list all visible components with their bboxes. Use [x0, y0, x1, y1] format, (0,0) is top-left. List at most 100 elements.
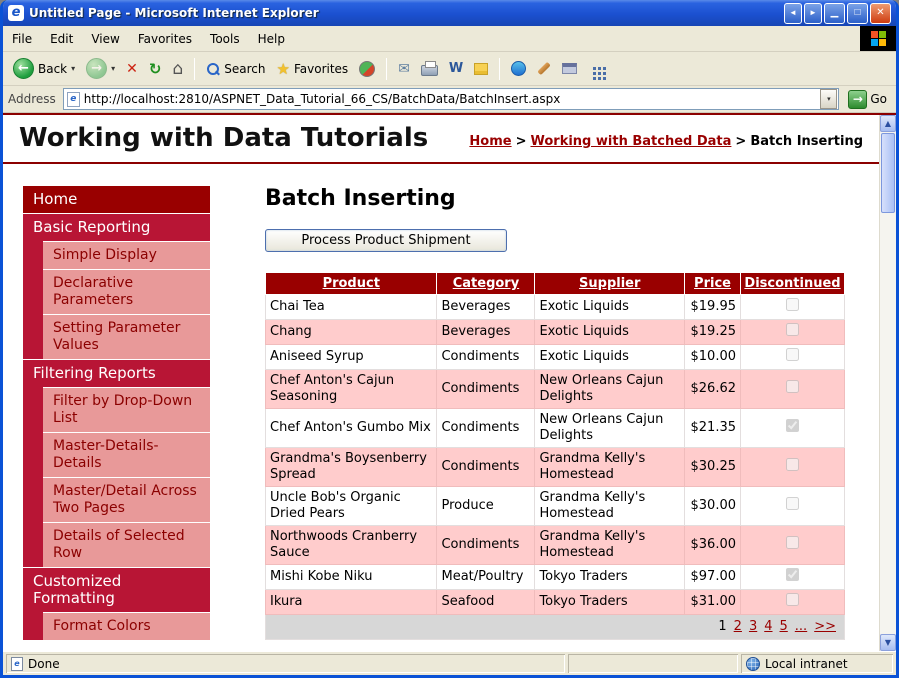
sidebar-item-format-colors[interactable]: Format Colors [43, 612, 210, 640]
quick-grid-button[interactable] [584, 60, 605, 77]
search-button[interactable]: Search [202, 60, 269, 78]
column-header-category[interactable]: Category [453, 276, 519, 291]
status-pane-spacer [568, 654, 738, 673]
grid-dots-icon [593, 67, 596, 70]
price-cell: $26.62 [685, 369, 741, 408]
breadcrumb-link-home[interactable]: Home [469, 134, 511, 149]
home-button[interactable]: ⌂ [168, 57, 187, 81]
supplier-cell: New Orleans Cajun Delights [535, 369, 685, 408]
menu-item-help[interactable]: Help [249, 26, 294, 51]
messenger-icon [511, 61, 526, 76]
window-extra-right-button[interactable]: ► [804, 3, 822, 24]
sidebar-item-simple-display[interactable]: Simple Display [43, 241, 210, 269]
scroll-up-button[interactable]: ▲ [880, 115, 896, 132]
discontinued-checkbox [786, 380, 799, 393]
search-label: Search [224, 62, 265, 76]
supplier-cell: Exotic Liquids [535, 294, 685, 319]
breadcrumb-separator: > [512, 134, 531, 149]
security-zone-text: Local intranet [765, 657, 848, 671]
category-cell: Condiments [437, 408, 535, 447]
window-controls: ◄ ► ▁ □ ✕ [784, 3, 891, 24]
sidebar-item-master-detail-two-pages[interactable]: Master/Detail Across Two Pages [43, 477, 210, 522]
table-row: Chang Beverages Exotic Liquids $19.25 [266, 319, 845, 344]
category-cell: Meat/Poultry [437, 564, 535, 589]
vertical-scrollbar[interactable]: ▲ ▼ [879, 115, 896, 651]
sidebar-item-details-of-selected-row[interactable]: Details of Selected Row [43, 522, 210, 567]
menu-item-edit[interactable]: Edit [41, 26, 82, 51]
column-header-supplier[interactable]: Supplier [579, 276, 640, 291]
product-cell: Chai Tea [266, 294, 437, 319]
sidebar-item-basic-reporting[interactable]: Basic Reporting [23, 214, 210, 241]
window-extra-left-button[interactable]: ◄ [784, 3, 802, 24]
pager-page-3-link[interactable]: 3 [749, 619, 757, 634]
back-button[interactable]: ← Back ▾ [9, 56, 79, 81]
sidebar-item-declarative-parameters[interactable]: Declarative Parameters [43, 269, 210, 314]
messenger-button[interactable] [507, 59, 530, 78]
table-row: Northwoods Cranberry Sauce Condiments Gr… [266, 525, 845, 564]
print-button[interactable] [417, 59, 442, 78]
price-cell: $97.00 [685, 564, 741, 589]
sidebar-item-filter-by-dropdown-list[interactable]: Filter by Drop-Down List [43, 387, 210, 432]
address-dropdown-button[interactable]: ▾ [820, 89, 837, 109]
discontinued-cell [741, 525, 845, 564]
discontinued-checkbox [786, 458, 799, 471]
edit-with-word-button[interactable]: W [445, 59, 467, 78]
pager-page-2-link[interactable]: 2 [734, 619, 742, 634]
page-favicon-icon: e [67, 92, 80, 107]
product-cell: Chang [266, 319, 437, 344]
mail-button[interactable]: ✉ [394, 59, 414, 79]
intranet-globe-icon [746, 657, 760, 671]
supplier-cell: Grandma Kelly's Homestead [535, 486, 685, 525]
process-product-shipment-button[interactable]: Process Product Shipment [265, 229, 507, 252]
sidebar-item-filtering-reports[interactable]: Filtering Reports [23, 360, 210, 387]
forward-button[interactable]: → ▾ [82, 56, 119, 81]
forward-dropdown-icon: ▾ [111, 64, 115, 73]
pager-page-4-link[interactable]: 4 [764, 619, 772, 634]
column-header-price[interactable]: Price [694, 276, 731, 291]
table-row: Mishi Kobe Niku Meat/Poultry Tokyo Trade… [266, 564, 845, 589]
price-cell: $21.35 [685, 408, 741, 447]
pager-next-link[interactable]: >> [814, 619, 836, 634]
supplier-cell: Grandma Kelly's Homestead [535, 525, 685, 564]
sidebar-item-home[interactable]: Home [23, 186, 210, 213]
research-button[interactable] [558, 61, 581, 76]
pager-page-5-link[interactable]: 5 [780, 619, 788, 634]
menu-item-view[interactable]: View [82, 26, 128, 51]
word-icon: W [449, 61, 463, 76]
back-label: Back [38, 62, 67, 76]
back-dropdown-icon: ▾ [71, 64, 75, 73]
sidebar-item-customized-formatting[interactable]: Customized Formatting [23, 568, 210, 612]
pager-ellipsis-link[interactable]: ... [795, 619, 807, 634]
sidebar-item-master-details-details[interactable]: Master-Details-Details [43, 432, 210, 477]
go-button[interactable]: → Go [844, 89, 891, 110]
maximize-button[interactable]: □ [847, 3, 868, 24]
close-button[interactable]: ✕ [870, 3, 891, 24]
table-row: Ikura Seafood Tokyo Traders $31.00 [266, 589, 845, 614]
stop-icon: ✕ [126, 61, 138, 77]
discuss-button[interactable] [470, 61, 492, 77]
breadcrumb-link-section[interactable]: Working with Batched Data [530, 134, 731, 149]
media-button[interactable] [355, 59, 379, 79]
menu-item-file[interactable]: File [3, 26, 41, 51]
minimize-button[interactable]: ▁ [824, 3, 845, 24]
scrollbar-thumb[interactable] [881, 133, 895, 213]
column-header-discontinued[interactable]: Discontinued [744, 276, 840, 291]
sidebar-item-setting-parameter-values[interactable]: Setting Parameter Values [43, 314, 210, 359]
address-input[interactable] [84, 92, 817, 106]
stop-button[interactable]: ✕ [122, 59, 142, 79]
go-arrow-icon: → [848, 90, 867, 109]
product-cell: Aniseed Syrup [266, 344, 437, 369]
window-title: Untitled Page - Microsoft Internet Explo… [29, 6, 779, 20]
sidebar-nav: Home Basic Reporting Simple Display Decl… [23, 186, 210, 641]
refresh-button[interactable]: ↻ [145, 58, 166, 80]
breadcrumb-separator: > [731, 134, 750, 149]
scroll-down-button[interactable]: ▼ [880, 634, 896, 651]
favorites-button[interactable]: ★ Favorites [273, 58, 353, 80]
discontinued-cell [741, 294, 845, 319]
forward-icon: → [86, 58, 107, 79]
column-header-product[interactable]: Product [323, 276, 380, 291]
scrollbar-track[interactable] [880, 132, 896, 634]
menu-item-tools[interactable]: Tools [201, 26, 249, 51]
pen-tool-button[interactable] [533, 64, 555, 73]
menu-item-favorites[interactable]: Favorites [129, 26, 201, 51]
